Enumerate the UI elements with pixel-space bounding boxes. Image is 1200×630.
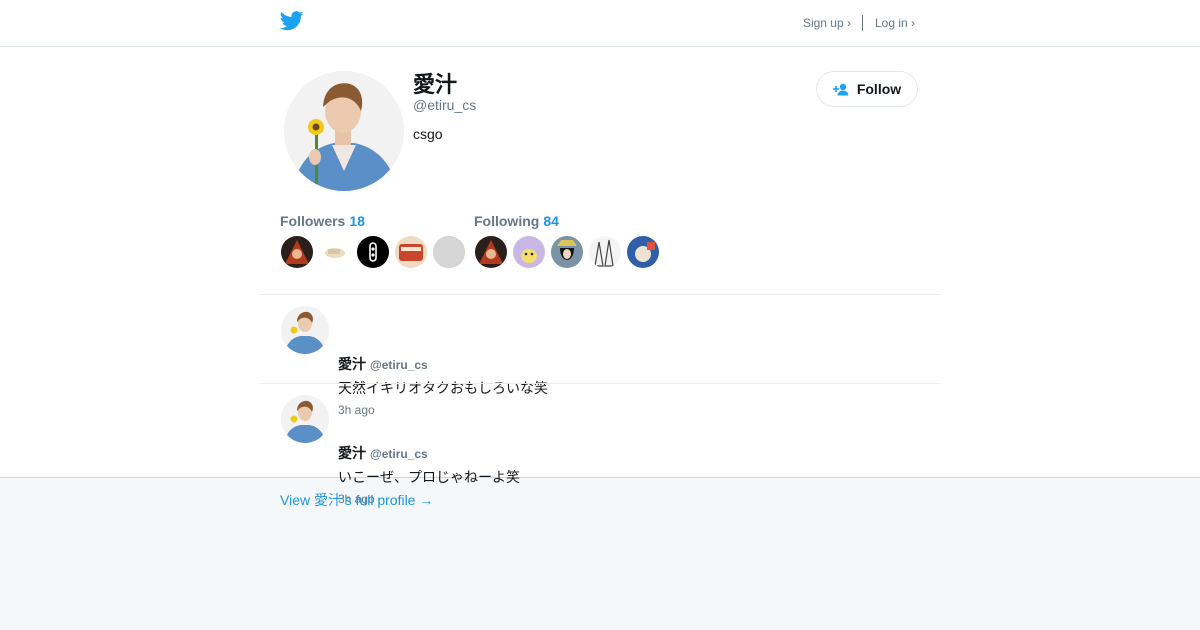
tweet-timestamp[interactable]: 3h ago bbox=[338, 403, 375, 417]
tweet-author[interactable]: 愛汁 @etiru_cs bbox=[338, 443, 428, 463]
following-avatar[interactable] bbox=[551, 236, 583, 268]
follower-avatar[interactable] bbox=[357, 236, 389, 268]
add-person-icon bbox=[832, 83, 849, 95]
login-link[interactable]: Log in › bbox=[875, 16, 915, 30]
profile-bio: csgo bbox=[413, 126, 443, 142]
profile-timeline-card: 愛汁 @etiru_cs csgo Follow Followers 18 Fol… bbox=[0, 47, 1200, 506]
following-label: Following bbox=[474, 213, 540, 229]
tweet-author-handle: @etiru_cs bbox=[370, 447, 428, 461]
follower-avatar[interactable] bbox=[319, 236, 351, 268]
nav-divider bbox=[861, 15, 863, 31]
followers-count: 18 bbox=[349, 213, 365, 229]
follower-avatar[interactable] bbox=[433, 236, 465, 268]
following-stat[interactable]: Following 84 bbox=[474, 213, 559, 229]
following-avatar[interactable] bbox=[475, 236, 507, 268]
signup-link[interactable]: Sign up › bbox=[803, 16, 851, 30]
followers-stat[interactable]: Followers 18 bbox=[280, 213, 365, 229]
tweet-author-name: 愛汁 bbox=[338, 445, 366, 461]
profile-avatar[interactable] bbox=[284, 71, 404, 191]
top-nav: Sign up › Log in › bbox=[803, 15, 915, 31]
follow-button-label: Follow bbox=[856, 81, 902, 97]
divider bbox=[260, 383, 940, 384]
follow-button[interactable]: Follow bbox=[816, 71, 918, 107]
following-avatar[interactable] bbox=[627, 236, 659, 268]
tweet-author-handle: @etiru_cs bbox=[370, 358, 428, 372]
profile-name: 愛汁 bbox=[413, 72, 458, 97]
following-count: 84 bbox=[543, 213, 559, 229]
follower-avatar[interactable] bbox=[281, 236, 313, 268]
tweet-author[interactable]: 愛汁 @etiru_cs bbox=[338, 354, 428, 374]
divider bbox=[260, 294, 940, 295]
profile-photo bbox=[284, 71, 404, 191]
following-avatar[interactable] bbox=[513, 236, 545, 268]
twitter-bird-icon[interactable] bbox=[280, 11, 304, 31]
top-bar: Sign up › Log in › bbox=[0, 0, 1200, 47]
tweet-avatar[interactable] bbox=[281, 395, 329, 443]
profile-handle: @etiru_cs bbox=[413, 97, 477, 113]
tweet-avatar[interactable] bbox=[281, 306, 329, 354]
followers-label: Followers bbox=[280, 213, 346, 229]
view-full-profile-link[interactable]: View 愛汁's full profile → bbox=[280, 490, 433, 510]
follower-avatar[interactable] bbox=[395, 236, 427, 268]
tweet-text: 天然イキリオタクおもしろいな笑 bbox=[338, 380, 548, 396]
following-avatar[interactable] bbox=[589, 236, 621, 268]
tweet-text: いこーぜ、プロじゃねーよ笑 bbox=[338, 469, 520, 485]
tweet-author-name: 愛汁 bbox=[338, 356, 366, 372]
